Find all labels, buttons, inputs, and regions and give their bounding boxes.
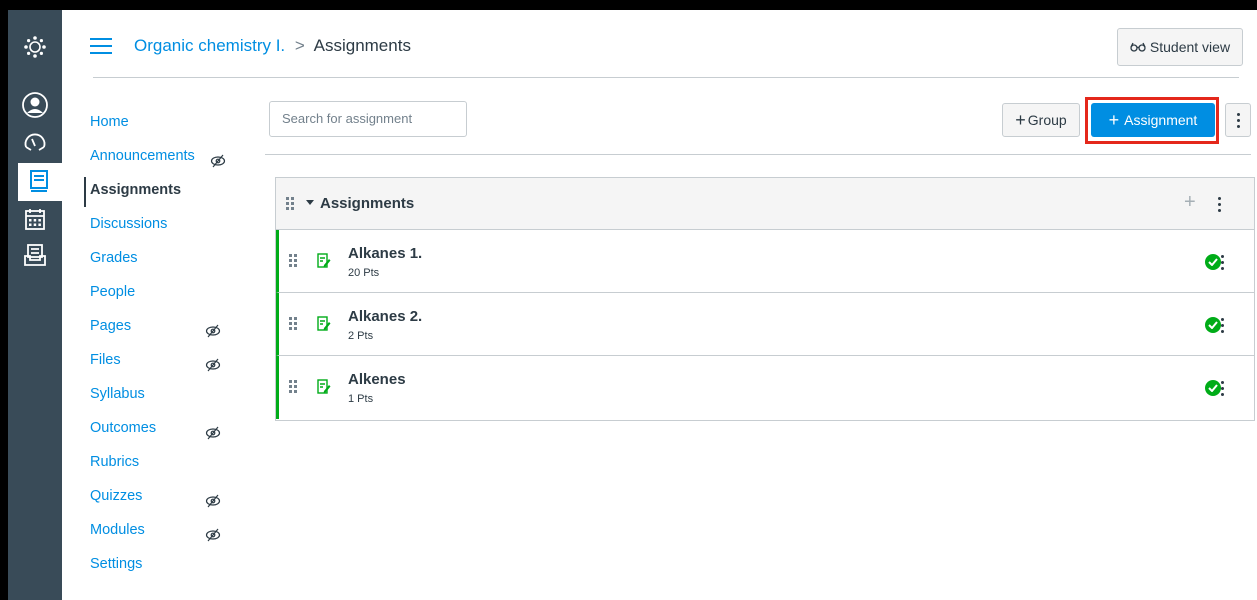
sidebar-item-label: Rubrics	[90, 454, 140, 470]
toolbar-divider	[265, 154, 1251, 155]
hidden-eye-icon	[205, 420, 221, 440]
sidebar-item-label: Grades	[90, 250, 138, 266]
breadcrumb-current: Assignments	[313, 36, 411, 55]
account-icon[interactable]	[8, 90, 62, 120]
hidden-eye-icon	[205, 488, 221, 508]
assignment-icon	[317, 379, 331, 400]
drag-handle-icon[interactable]	[289, 317, 297, 330]
sidebar-item-pages[interactable]: Pages	[90, 309, 240, 343]
assignment-row[interactable]: Alkanes 1. 20 Pts	[276, 230, 1254, 293]
hidden-eye-icon	[205, 318, 221, 338]
header-divider	[93, 77, 1239, 78]
left-frame	[0, 10, 8, 600]
dashboard-icon[interactable]	[8, 126, 62, 156]
assignment-points: 1 Pts	[348, 393, 374, 405]
sidebar-item-label: Quizzes	[90, 488, 143, 504]
sidebar-item-announcements[interactable]: Announcements	[90, 139, 240, 173]
highlight-annotation	[1085, 97, 1219, 144]
add-group-button[interactable]: + Group	[1002, 103, 1080, 137]
sidebar-item-outcomes[interactable]: Outcomes	[90, 411, 240, 445]
group-menu-icon[interactable]	[1218, 197, 1221, 212]
hidden-eye-icon	[205, 522, 221, 542]
sidebar-item-label: Files	[90, 352, 121, 368]
breadcrumb-separator: >	[294, 36, 305, 55]
assignment-menu-icon[interactable]	[1221, 381, 1224, 396]
assignment-row[interactable]: Alkanes 2. 2 Pts	[276, 293, 1254, 356]
published-check-icon[interactable]	[1205, 254, 1221, 270]
sidebar-item-settings[interactable]: Settings	[90, 547, 240, 581]
assignment-points: 20 Pts	[348, 267, 380, 279]
published-check-icon[interactable]	[1205, 317, 1221, 333]
settings-menu-button[interactable]	[1225, 103, 1251, 137]
top-frame	[0, 0, 1257, 10]
sidebar-item-home[interactable]: Home	[90, 105, 240, 139]
sidebar-item-files[interactable]: Files	[90, 343, 240, 377]
assignment-icon	[317, 253, 331, 274]
assignment-group: Assignments + Alkanes 1. 20 Pts Alkanes 2.…	[275, 177, 1255, 421]
assignment-points: 2 Pts	[348, 330, 374, 342]
student-view-button[interactable]: Student view	[1117, 28, 1243, 66]
assignment-row[interactable]: Alkenes 1 Pts	[276, 356, 1254, 419]
sidebar-item-assignments[interactable]: Assignments	[84, 173, 240, 207]
drag-handle-icon[interactable]	[289, 254, 297, 267]
menu-toggle-icon[interactable]	[90, 38, 112, 54]
sidebar-item-label: Outcomes	[90, 420, 157, 436]
sidebar-item-syllabus[interactable]: Syllabus	[90, 377, 240, 411]
sidebar-item-grades[interactable]: Grades	[90, 241, 240, 275]
add-group-label: Group	[1027, 112, 1067, 128]
collapse-caret-icon[interactable]	[306, 200, 314, 205]
sidebar-item-label: Home	[90, 114, 129, 130]
sidebar-item-label: Modules	[90, 522, 145, 538]
sidebar-item-discussions[interactable]: Discussions	[90, 207, 240, 241]
assignment-menu-icon[interactable]	[1221, 318, 1224, 333]
drag-handle-icon[interactable]	[286, 197, 294, 210]
drag-handle-icon[interactable]	[289, 380, 297, 393]
assignment-title-link[interactable]: Alkenes	[348, 371, 406, 388]
assignment-icon	[317, 316, 331, 337]
breadcrumb: Organic chemistry I. > Assignments	[134, 34, 411, 58]
assignment-menu-icon[interactable]	[1221, 255, 1224, 270]
hidden-eye-icon	[205, 352, 221, 372]
plus-icon: +	[1015, 109, 1026, 130]
glasses-icon	[1130, 42, 1146, 52]
student-view-label: Student view	[1149, 39, 1231, 55]
active-item-indicator	[84, 177, 86, 207]
page-header: Organic chemistry I. > Assignments Stude…	[62, 10, 1257, 78]
sidebar-item-modules[interactable]: Modules	[90, 513, 240, 547]
courses-icon[interactable]	[12, 166, 66, 198]
sidebar-item-label: People	[90, 284, 136, 300]
add-to-group-icon[interactable]: +	[1184, 191, 1196, 214]
sidebar-item-label: Settings	[90, 556, 143, 572]
sidebar-item-label: Announcements	[90, 148, 195, 164]
hidden-eye-icon	[210, 148, 226, 168]
sidebar-item-label: Discussions	[90, 216, 168, 232]
sidebar-item-label: Syllabus	[90, 386, 145, 402]
assignment-title-link[interactable]: Alkanes 1.	[348, 245, 422, 262]
calendar-icon[interactable]	[8, 204, 62, 234]
search-input[interactable]: Search for assignment	[269, 101, 467, 137]
logo-icon[interactable]	[8, 32, 62, 62]
sidebar-item-label: Assignments	[90, 182, 182, 198]
global-nav	[8, 10, 62, 600]
inbox-icon[interactable]	[8, 240, 62, 270]
course-nav: Home Announcements Assignments Discussions G…	[84, 105, 240, 581]
assignment-group-title: Assignments	[320, 195, 415, 212]
sidebar-item-people[interactable]: People	[90, 275, 240, 309]
published-check-icon[interactable]	[1205, 380, 1221, 396]
sidebar-item-rubrics[interactable]: Rubrics	[90, 445, 240, 479]
assignment-group-header: Assignments +	[276, 178, 1254, 230]
sidebar-item-label: Pages	[90, 318, 132, 334]
assignment-title-link[interactable]: Alkanes 2.	[348, 308, 422, 325]
sidebar-item-quizzes[interactable]: Quizzes	[90, 479, 240, 513]
kebab-icon	[1236, 112, 1240, 128]
breadcrumb-course-link[interactable]: Organic chemistry I.	[134, 36, 285, 55]
